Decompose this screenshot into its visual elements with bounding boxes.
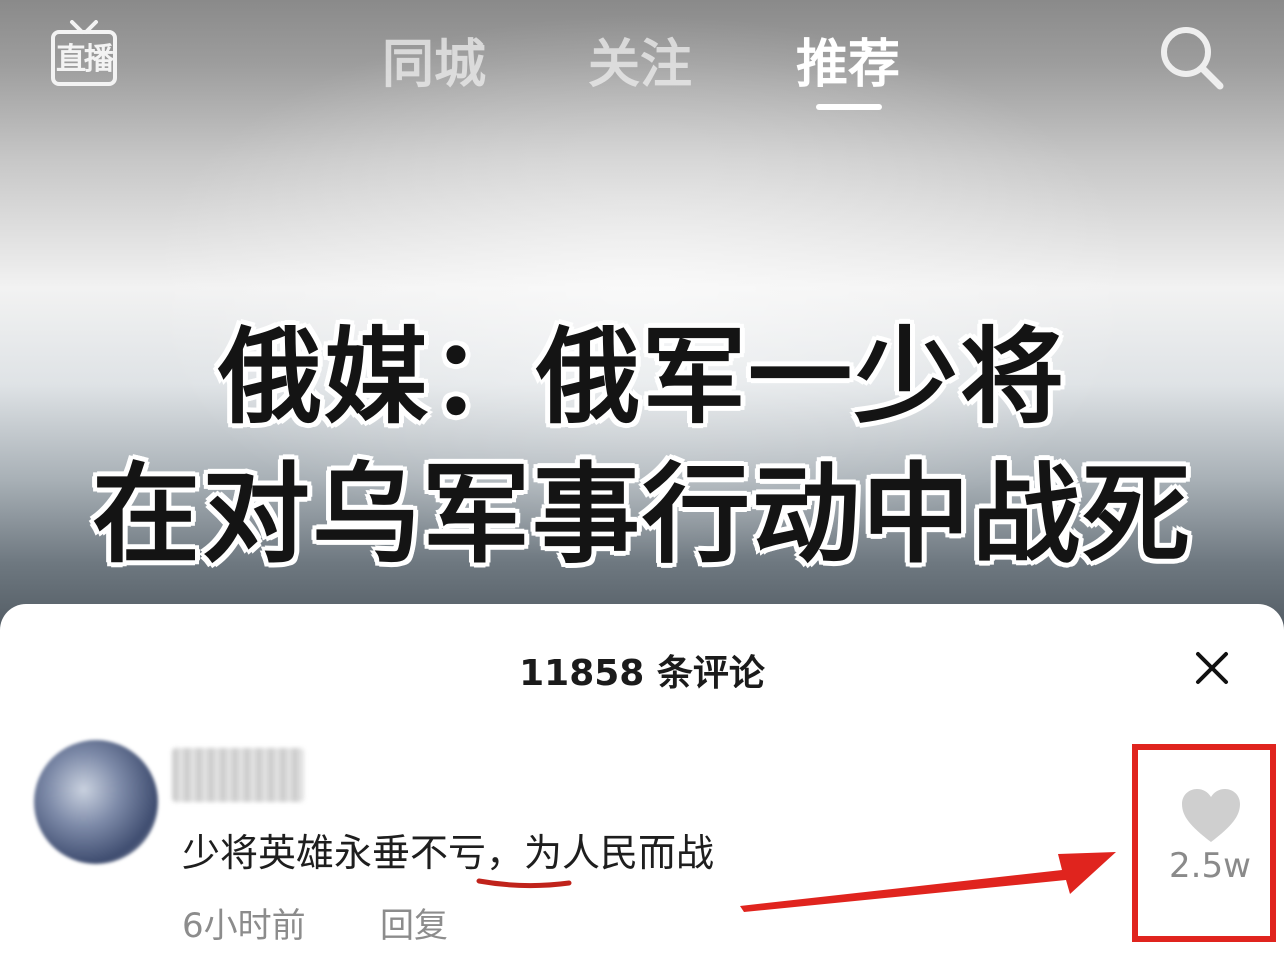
active-tab-indicator [816,104,882,110]
video-headline-line2: 在对乌军事行动中战死 [91,453,1192,578]
comments-count-title: 11858 条评论 [519,653,765,694]
reply-button[interactable]: 回复 [380,898,448,947]
username-blurred[interactable] [172,748,304,802]
top-navigation: 直播 同城 关注 推荐 [0,0,1284,120]
close-icon [1196,652,1228,684]
comment-text: 少将英雄永垂不亏，为人民而战 [182,831,715,875]
search-icon[interactable] [1156,22,1226,92]
close-button[interactable] [1186,642,1238,694]
tab-city[interactable]: 同城 [382,22,486,97]
annotation-underline [476,878,572,889]
heart-icon[interactable] [1180,788,1242,844]
video-headline-line1: 俄媒：俄军一少将 [217,316,1066,438]
annotation-arrow [740,852,1116,912]
comment-timestamp: 6小时前 [182,906,306,946]
avatar[interactable] [34,740,158,864]
tab-follow[interactable]: 关注 [588,22,692,97]
like-count: 2.5w [1169,846,1251,886]
comments-panel: 11858 条评论 少将英雄永垂不亏，为人民而战 6小时前 回复 2.5w [0,604,1284,962]
live-label: 直播 [56,42,114,77]
tab-recommend[interactable]: 推荐 [796,22,900,97]
